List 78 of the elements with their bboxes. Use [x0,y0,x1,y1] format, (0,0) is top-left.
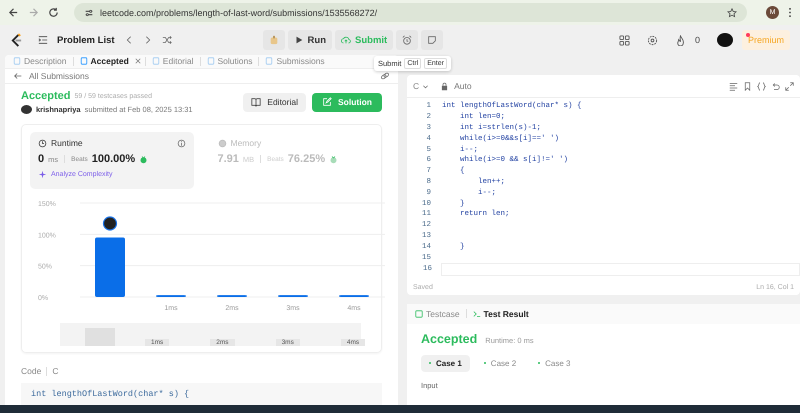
metric-title: Memory [230,138,262,148]
url-text: leetcode.com/problems/length-of-last-word/submissions/1535568272/ [100,8,378,18]
case-tab[interactable]: Case 3 [530,354,579,372]
metric-title: Runtime [51,138,83,148]
flame-icon[interactable] [674,34,686,46]
lock-icon [440,82,450,90]
chip-icon [218,138,226,148]
panel-tab[interactable]: Solutions [204,56,254,66]
play-icon [294,35,304,45]
braces-icon[interactable] [757,82,766,90]
tab-icon [13,57,21,66]
menu-icon[interactable] [788,7,792,18]
case-tab[interactable]: Case 1 [421,354,470,372]
list-icon[interactable] [38,35,48,45]
panel-tab[interactable]: Editorial [150,56,196,66]
all-submissions-link[interactable]: All Submissions [29,70,89,81]
info-icon[interactable] [176,138,186,148]
panel-tab[interactable]: Testcase [415,308,460,319]
cloud-upload-icon [341,35,352,45]
user-avatar [21,105,32,114]
chevron-down-icon [422,82,430,90]
terminal-icon [472,310,481,318]
badge-icon [329,154,338,164]
close-icon[interactable] [134,58,141,64]
panel-tab[interactable]: Submissions [263,56,327,66]
note-icon [427,35,438,45]
language-label: C [52,366,58,376]
beats-percentage: 76.25% [288,153,326,165]
avatar-marker [102,216,118,231]
panel-tab[interactable]: Accepted [78,56,131,66]
edit-icon [322,97,332,107]
bookmark-star-icon[interactable] [727,8,737,18]
bug-icon [268,35,279,45]
logo-icon[interactable] [10,32,23,48]
bookmark-icon[interactable] [743,82,752,90]
case-tab[interactable]: Case 2 [476,354,524,372]
shuffle-icon[interactable] [162,35,172,45]
metric-value: 7.91 [218,153,239,165]
site-info-icon[interactable] [84,8,94,18]
metric-value: 0 [38,153,44,165]
tab-icon [80,57,88,66]
beats-percentage: 100.00% [92,153,136,165]
panel-tab[interactable]: Test Result [472,308,529,319]
tab-icon [265,57,274,66]
run-button[interactable]: Run [288,30,332,50]
user-avatar[interactable] [716,33,733,47]
alarm-clock-button[interactable] [396,30,418,50]
back-icon[interactable] [8,7,19,18]
panel-tab[interactable]: Description [11,56,69,66]
address-bar[interactable]: leetcode.com/problems/length-of-last-word/submissions/1535568272/ [74,3,747,22]
sparkle-icon [38,170,47,179]
badge-icon [139,154,148,164]
code-preview: int lengthOfLastWord(char* s) { [21,383,382,405]
problem-list-link[interactable]: Problem List [57,34,115,46]
tab-icon [152,57,160,66]
back-arrow-icon[interactable] [13,70,23,81]
tab-icon [206,57,215,66]
code-label: Code [21,366,42,376]
settings-icon[interactable] [646,34,658,46]
undo-icon[interactable] [771,82,780,90]
note-button[interactable] [421,30,444,50]
clock-icon [38,138,47,148]
link-icon[interactable] [380,70,390,81]
format-icon[interactable] [729,82,738,90]
checkbox-icon [415,310,423,318]
reload-icon[interactable] [48,7,59,18]
language-dropdown[interactable]: C [413,81,430,91]
expand-icon[interactable] [785,82,794,90]
grid-icon[interactable] [618,34,630,46]
range-handle[interactable] [85,328,115,346]
mode-label: Auto [454,81,472,91]
book-icon [251,97,262,107]
editorial-button[interactable]: Editorial [243,92,306,112]
result-status: Accepted [421,332,478,346]
streak-count: 0 [694,35,700,45]
solution-button[interactable]: Solution [312,92,382,112]
status-text: Accepted [21,90,71,102]
alarm-clock-icon [402,35,412,45]
